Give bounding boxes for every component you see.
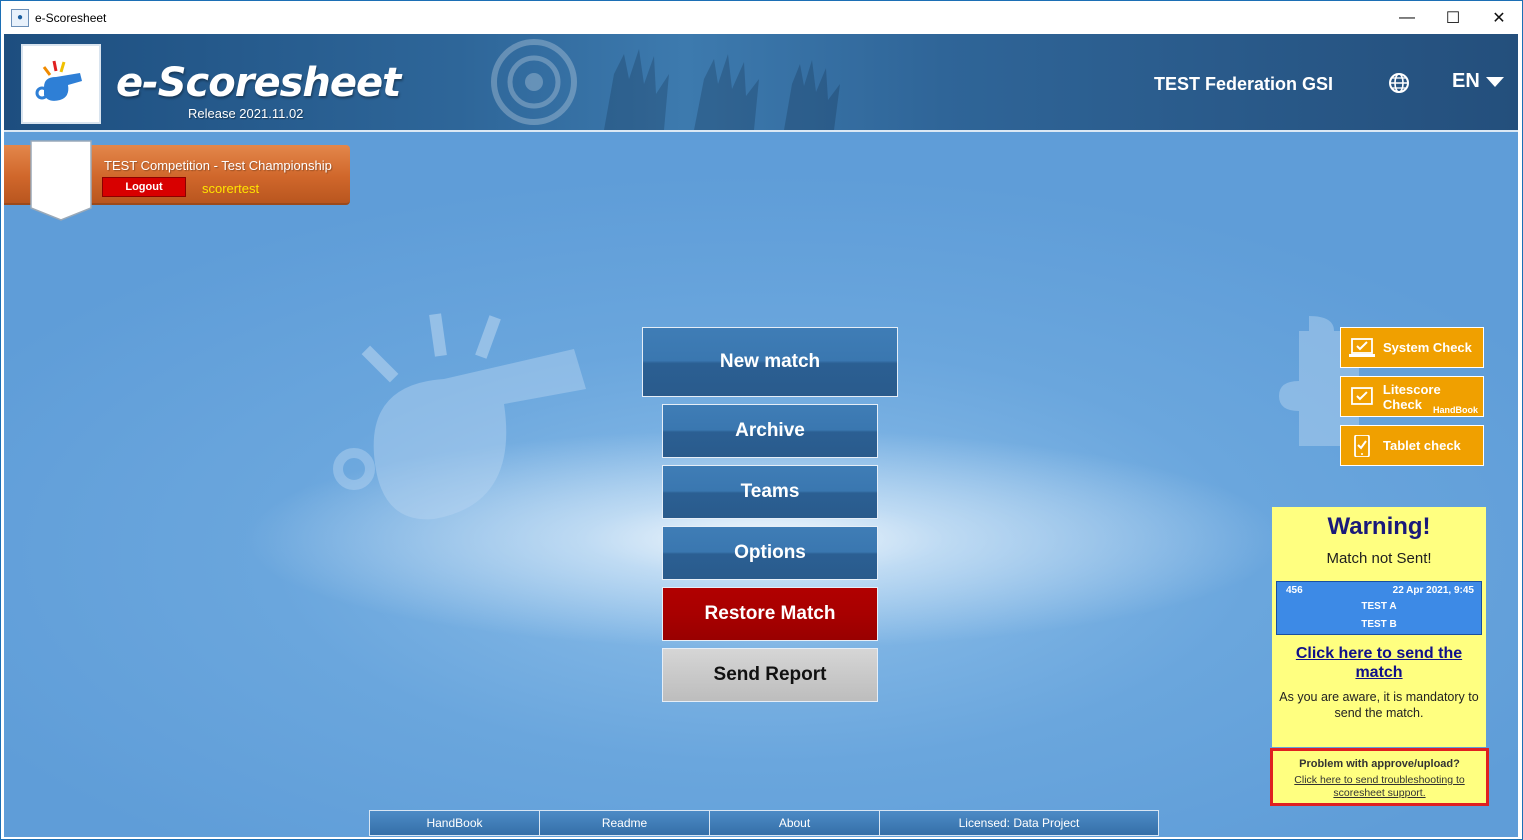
app-logo [21, 44, 101, 124]
new-match-button[interactable]: New match [642, 327, 898, 397]
tablet-check-button[interactable]: Tablet check [1340, 425, 1484, 466]
tablet-check-icon [1354, 434, 1370, 457]
header-decoration [491, 39, 840, 130]
match-team-a: TEST A [1361, 601, 1397, 612]
match-datetime: 22 Apr 2021, 9:45 [1392, 585, 1474, 596]
app-header: e-Scoresheet Release 2021.11.02 TEST Fed… [4, 34, 1518, 132]
unsent-match-card[interactable]: 456 22 Apr 2021, 9:45 TEST A TEST B [1276, 581, 1482, 635]
mandatory-notice: As you are aware, it is mandatory to sen… [1279, 690, 1479, 720]
system-check-label: System Check [1383, 340, 1472, 355]
restore-match-button[interactable]: Restore Match [662, 587, 878, 641]
footer-readme-link[interactable]: Readme [540, 810, 710, 836]
footer-about-link[interactable]: About [710, 810, 880, 836]
options-button[interactable]: Options [662, 526, 878, 580]
language-selector[interactable]: EN [1452, 70, 1504, 93]
federation-name: TEST Federation GSI [1154, 74, 1334, 94]
support-link[interactable]: Click here to send troubleshooting to sc… [1277, 774, 1482, 800]
app-content: e-Scoresheet Release 2021.11.02 TEST Fed… [4, 34, 1518, 837]
footer-handbook-link[interactable]: HandBook [369, 810, 540, 836]
litescore-check-button[interactable]: Litescore Check HandBook [1340, 376, 1484, 417]
close-button[interactable]: ✕ [1476, 1, 1522, 34]
language-code: EN [1452, 70, 1480, 92]
background-whistle-icon [333, 313, 586, 520]
whistle-icon [35, 60, 82, 101]
app-whistle-icon: ● [11, 8, 29, 27]
support-panel: Problem with approve/upload? Click here … [1270, 748, 1489, 806]
system-check-button[interactable]: System Check [1340, 327, 1484, 368]
competition-name: TEST Competition - Test Championship [104, 158, 332, 173]
archive-button[interactable]: Archive [662, 404, 878, 458]
footer-license-label: Licensed: Data Project [880, 810, 1159, 836]
laptop-check-icon [1349, 337, 1375, 357]
match-team-b: TEST B [1361, 619, 1397, 630]
window-controls: — ☐ ✕ [1384, 1, 1522, 34]
shield-icon [30, 140, 92, 221]
warning-panel: Warning! Match not Sent! 456 22 Apr 2021… [1272, 507, 1486, 747]
tablet-check-label: Tablet check [1383, 438, 1461, 453]
warning-title: Warning! [1327, 513, 1431, 540]
maximize-button[interactable]: ☐ [1430, 1, 1476, 34]
window-title: e-Scoresheet [35, 10, 107, 25]
warning-subtitle: Match not Sent! [1326, 550, 1432, 567]
minimize-button[interactable]: — [1384, 1, 1430, 34]
brand-title: e-Scoresheet [116, 60, 401, 106]
chevron-down-icon [1485, 76, 1504, 87]
title-bar: ● e-Scoresheet — ☐ ✕ [1, 1, 1522, 34]
match-number: 456 [1286, 585, 1303, 596]
footer-bar: HandBook Readme About Licensed: Data Pro… [369, 810, 1159, 836]
teams-button[interactable]: Teams [662, 465, 878, 519]
globe-icon[interactable] [1388, 72, 1410, 94]
send-report-button[interactable]: Send Report [662, 648, 878, 702]
username: scorertest [202, 181, 260, 196]
app-window: ● e-Scoresheet — ☐ ✕ e-Scoresheet Releas… [0, 0, 1523, 840]
logout-button[interactable]: Logout [102, 177, 186, 197]
send-match-link[interactable]: Click here to send the match [1286, 644, 1472, 682]
checkbox-icon [1351, 386, 1373, 405]
release-version: Release 2021.11.02 [188, 106, 304, 121]
litescore-handbook-label: HandBook [1433, 405, 1478, 415]
support-title: Problem with approve/upload? [1299, 758, 1460, 770]
